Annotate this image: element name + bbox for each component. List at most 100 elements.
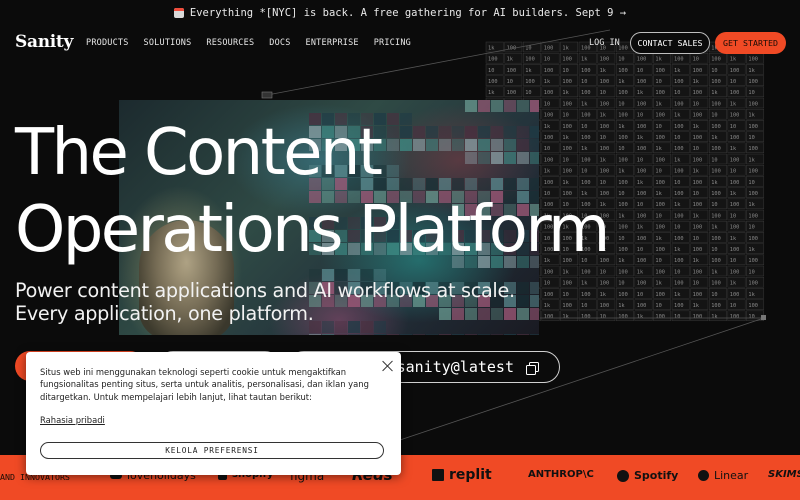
grid-cell-text: 100 <box>730 314 740 320</box>
grid-cell-text: 100 <box>655 157 665 163</box>
grid-cell-text: 100 <box>655 202 665 208</box>
grid-cell-text: 1k <box>711 269 718 275</box>
grid-cell-text: 10 <box>730 169 736 175</box>
grid-cell-text: 100 <box>674 213 684 219</box>
brand-skims: SKIMS <box>768 469 800 480</box>
grid-cell-text: 100 <box>674 101 684 107</box>
grid-cell-text: 100 <box>748 303 758 309</box>
grid-cell-text: 100 <box>693 269 703 275</box>
grid-cell-text: 100 <box>655 113 665 119</box>
mosaic-tile <box>530 282 539 294</box>
grid-cell-text: 100 <box>730 180 740 186</box>
mosaic-tile <box>465 334 477 335</box>
grid-cell-text: 100 <box>655 225 665 231</box>
grid-cell-text: 10 <box>730 213 736 219</box>
grid-cell-text: 100 <box>655 90 665 96</box>
close-icon[interactable] <box>382 360 394 372</box>
mosaic-tile <box>452 334 464 335</box>
mosaic-tile <box>517 295 529 307</box>
grid-cell-text: 100 <box>711 146 721 152</box>
grid-cell-text: 1k <box>637 269 644 275</box>
grid-cell-text: 100 <box>618 225 628 231</box>
grid-cell-text: 1k <box>711 90 718 96</box>
grid-cell-text: 100 <box>618 90 628 96</box>
grid-cell-text: 100 <box>544 68 554 74</box>
spotify-icon <box>617 469 629 482</box>
grid-cell-text: 1k <box>618 213 625 219</box>
grid-cell-text: 10 <box>674 269 680 275</box>
announcement-bar[interactable]: Everything *[NYC] is back. A free gather… <box>0 0 800 26</box>
grid-cell-text: 100 <box>618 314 628 320</box>
grid-cell-text: 1k <box>748 202 755 208</box>
grid-cell-text: 10 <box>637 202 643 208</box>
get-started-button[interactable]: GET STARTED <box>715 32 786 54</box>
grid-cell-text: 1k <box>655 236 662 242</box>
menu-item-products[interactable]: PRODUCTS <box>86 38 129 48</box>
announcement-text[interactable]: Everything *[NYC] is back. A free gather… <box>190 7 626 19</box>
grid-cell-text: 1k <box>730 146 737 152</box>
grid-cell-text: 1k <box>674 292 681 298</box>
menu-item-pricing[interactable]: PRICING <box>374 38 411 48</box>
login-link[interactable]: LOG IN <box>589 38 620 48</box>
npm-command-text: sanity@latest <box>396 358 514 376</box>
contact-sales-button[interactable]: CONTACT SALES <box>630 32 710 54</box>
grid-cell-text: 100 <box>730 113 740 119</box>
grid-cell-text: 100 <box>730 202 740 208</box>
grid-cell-text: 100 <box>674 236 684 242</box>
grid-cell-text: 100 <box>711 191 721 197</box>
mosaic-tile <box>517 334 529 335</box>
grid-cell-text: 1k <box>655 191 662 197</box>
grid-cell-text: 10 <box>544 281 550 287</box>
grid-cell-text: 100 <box>711 281 721 287</box>
menu-item-resources[interactable]: RESOURCES <box>206 38 254 48</box>
grid-cell-text: 100 <box>730 247 740 253</box>
grid-cell-text: 100 <box>748 191 758 197</box>
mosaic-tile <box>478 334 490 335</box>
copy-icon[interactable] <box>526 361 539 375</box>
mosaic-tile <box>530 100 539 112</box>
linear-icon <box>698 470 709 481</box>
menu-item-solutions[interactable]: SOLUTIONS <box>144 38 192 48</box>
grid-cell-text: 100 <box>748 101 758 107</box>
grid-cell-text: 10 <box>618 146 624 152</box>
grid-cell-text: 100 <box>637 146 647 152</box>
grid-cell-text: 100 <box>711 258 721 264</box>
grid-cell-text: 1k <box>562 314 569 320</box>
grid-cell-text: 10 <box>655 213 661 219</box>
grid-cell-text: 100 <box>637 281 647 287</box>
grid-cell-text: 100 <box>637 169 647 175</box>
grid-cell-text: 10 <box>637 247 643 253</box>
grid-cell-text: 1k <box>711 135 718 141</box>
grid-cell-text: 100 <box>637 124 647 130</box>
manage-preferences-button[interactable]: KELOLA PREFERENSI <box>40 442 384 459</box>
grid-cell-text: 1k <box>674 68 681 74</box>
mosaic-tile <box>400 334 412 335</box>
mosaic-tile <box>413 334 425 335</box>
grid-cell-text: 100 <box>674 169 684 175</box>
mosaic-tile <box>374 334 386 335</box>
menu-item-docs[interactable]: DOCS <box>269 38 290 48</box>
grid-cell-text: 100 <box>507 68 517 74</box>
grid-cell-text: 100 <box>581 314 591 320</box>
grid-cell-text: 100 <box>674 146 684 152</box>
grid-cell-text: 100 <box>618 269 628 275</box>
grid-cell-text: 1k <box>674 202 681 208</box>
grid-cell-text: 10 <box>600 90 606 96</box>
menu-item-enterprise[interactable]: ENTERPRISE <box>306 38 359 48</box>
grid-cell-text: 10 <box>600 314 606 320</box>
grid-cell-text: 100 <box>693 247 703 253</box>
grid-cell-text: 100 <box>655 269 665 275</box>
grid-cell-text: 100 <box>562 303 572 309</box>
grid-cell-text: 100 <box>730 157 740 163</box>
grid-cell-text: 10 <box>711 202 717 208</box>
privacy-link[interactable]: Rahasia pribadi <box>40 415 105 425</box>
grid-cell-text: 100 <box>693 292 703 298</box>
grid-cell-text: 100 <box>618 135 628 141</box>
sanity-logo[interactable]: Sanity <box>15 32 73 52</box>
grid-cell-text: 10 <box>655 169 661 175</box>
grid-cell-text: 100 <box>748 79 758 85</box>
grid-cell-text: 10 <box>674 180 680 186</box>
grid-cell-text: 10 <box>581 79 587 85</box>
grid-cell-text: 100 <box>674 281 684 287</box>
mosaic-tile <box>387 334 399 335</box>
